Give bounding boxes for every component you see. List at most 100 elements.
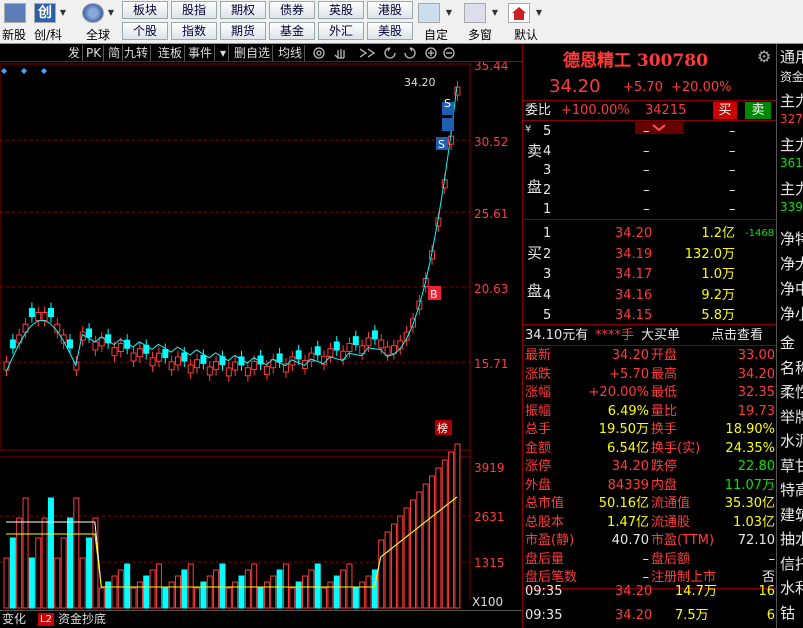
stat-row: 总股本 1.47亿 流通股 1.03亿 bbox=[525, 514, 775, 530]
gear-icon[interactable]: ⚙ bbox=[757, 47, 771, 66]
chevron-down-icon[interactable]: ▼ bbox=[444, 6, 454, 20]
view-big-order-link[interactable]: 点击查看 bbox=[711, 326, 763, 345]
buy-order-row[interactable]: 2 34.19 132.0万 bbox=[523, 245, 777, 264]
volume-bar bbox=[3, 557, 10, 609]
default-button[interactable]: ▼ 默认 bbox=[506, 0, 546, 44]
price-tick-label: 35.44 bbox=[474, 62, 508, 73]
chart-tab-5[interactable]: 事件 bbox=[186, 45, 216, 61]
side-item[interactable]: 草甘 bbox=[780, 455, 803, 476]
side-item[interactable]: 特高 bbox=[780, 479, 803, 500]
quick-button-10[interactable]: 外汇 bbox=[318, 22, 364, 40]
side-item[interactable]: 主力 bbox=[780, 90, 803, 111]
sell-order-row[interactable]: 2– – bbox=[523, 181, 777, 200]
tick-row: 09:35 34.20 7.5万 6 bbox=[525, 608, 775, 623]
volume-bar bbox=[282, 563, 289, 609]
stat-row: 盘后量 – 盘后额 – bbox=[525, 551, 775, 567]
candlestick bbox=[187, 364, 194, 374]
side-item[interactable]: 水利 bbox=[780, 577, 803, 598]
side-item[interactable]: 举牌 bbox=[780, 406, 803, 427]
side-item[interactable]: 建筑 bbox=[780, 504, 803, 525]
volume-bar bbox=[276, 569, 283, 609]
event-marker-icon[interactable] bbox=[41, 68, 47, 74]
chevron-down-icon[interactable]: ▼ bbox=[106, 6, 116, 20]
candlestick bbox=[67, 339, 74, 349]
buy-order-row[interactable]: 4 34.16 9.2万 bbox=[523, 286, 777, 305]
multi-window-button[interactable]: ▼ 多窗 bbox=[462, 0, 502, 44]
chevron-down-icon[interactable]: ▼ bbox=[534, 6, 544, 20]
buy-order-row[interactable]: 3 34.17 1.0万 bbox=[523, 265, 777, 284]
side-item[interactable]: 水泥 bbox=[780, 430, 803, 451]
side-item[interactable]: 钴 bbox=[780, 602, 803, 623]
chart-tab-1[interactable]: PK bbox=[84, 45, 105, 61]
quick-button-5[interactable]: 港股 bbox=[367, 1, 413, 19]
tab-capital-bottom[interactable]: 资金抄底 bbox=[58, 611, 106, 628]
chart-tab-7[interactable]: 删自选 bbox=[232, 45, 274, 61]
buy-order-row[interactable]: 1 34.20 1.2亿 -1468 bbox=[523, 224, 777, 243]
side-item[interactable]: 327 bbox=[780, 112, 803, 126]
side-item[interactable]: 净大 bbox=[780, 253, 803, 274]
side-item[interactable]: 抽水 bbox=[780, 528, 803, 549]
new-stock-button[interactable]: 新股 bbox=[2, 0, 26, 44]
price-tick-label: 30.52 bbox=[474, 135, 508, 149]
volume-bar bbox=[346, 563, 353, 609]
quick-button-4[interactable]: 英股 bbox=[318, 1, 364, 19]
volume-bar bbox=[429, 475, 436, 609]
sell-button[interactable]: 卖 bbox=[745, 102, 771, 119]
side-item[interactable]: 资金 bbox=[780, 68, 803, 85]
side-item[interactable]: 净中 bbox=[780, 278, 803, 299]
quick-button-6[interactable]: 个股 bbox=[122, 22, 168, 40]
event-marker-icon[interactable] bbox=[21, 68, 27, 74]
side-item[interactable]: 名称 bbox=[780, 357, 803, 378]
side-item[interactable]: 主力 bbox=[780, 178, 803, 199]
chart-tab-0[interactable]: 发 bbox=[66, 45, 84, 61]
sell-order-row[interactable]: 3– – bbox=[523, 161, 777, 180]
quick-button-2[interactable]: 期权 bbox=[220, 1, 266, 19]
volume-bar bbox=[289, 587, 296, 609]
sell-order-row[interactable]: 5– – bbox=[523, 122, 777, 141]
candlestick bbox=[295, 350, 302, 360]
buy-button[interactable]: 买 bbox=[713, 102, 737, 119]
kline-chart[interactable]: 35.44 30.52 25.61 20.63 15.71 3919 2631 1315 X10… bbox=[0, 62, 522, 610]
global-button[interactable]: ▼ 全球 bbox=[80, 0, 120, 44]
buy-side-label: 买 bbox=[527, 244, 543, 262]
quick-button-0[interactable]: 板块 bbox=[122, 1, 168, 19]
chart-tab-6[interactable]: ▾ bbox=[218, 45, 230, 61]
chevron-down-icon[interactable]: ▼ bbox=[490, 6, 500, 20]
stat-row: 最新 34.20 开盘 33.00 bbox=[525, 348, 775, 363]
side-item[interactable]: 净特 bbox=[780, 228, 803, 249]
quick-button-11[interactable]: 美股 bbox=[367, 22, 413, 40]
chart-tab-4[interactable]: 连板 bbox=[156, 45, 186, 61]
side-item[interactable]: 净小 bbox=[780, 303, 803, 324]
volume-bar bbox=[314, 563, 321, 609]
candlestick bbox=[263, 365, 270, 375]
tab-change[interactable]: 变化 bbox=[2, 611, 26, 628]
quick-button-8[interactable]: 期货 bbox=[220, 22, 266, 40]
side-item[interactable]: 柔性 bbox=[780, 381, 803, 402]
sell-order-row[interactable]: 4– – bbox=[523, 142, 777, 161]
volume-bar bbox=[41, 517, 48, 609]
sell-order-row[interactable]: 1– – bbox=[523, 200, 777, 219]
event-marker-icon[interactable] bbox=[1, 68, 7, 74]
buy-order-row[interactable]: 5 34.15 5.8万 bbox=[523, 306, 777, 325]
chuang-ke-button[interactable]: 创 ▼ 创/科 bbox=[32, 0, 72, 44]
volume-bar bbox=[143, 575, 150, 609]
candlestick bbox=[352, 336, 359, 346]
side-item[interactable]: 339 bbox=[780, 200, 803, 214]
chevron-down-icon[interactable]: ▼ bbox=[58, 6, 68, 20]
quick-button-1[interactable]: 股指 bbox=[171, 1, 217, 19]
volume-bar bbox=[136, 581, 143, 609]
quick-button-7[interactable]: 指数 bbox=[171, 22, 217, 40]
side-item[interactable]: 信托 bbox=[780, 553, 803, 574]
side-item[interactable]: 361 bbox=[780, 156, 803, 170]
stat-row: 总市值 50.16亿 流通值 35.30亿 bbox=[525, 496, 775, 511]
quick-button-3[interactable]: 债券 bbox=[269, 1, 315, 19]
customize-button[interactable]: ▼ 自定 bbox=[416, 0, 456, 44]
stat-row: 市盈(静) 40.70 市盈(TTM) 72.10 bbox=[525, 533, 775, 548]
side-item[interactable]: 金 bbox=[780, 332, 803, 353]
chart-tab-2[interactable]: 简 bbox=[106, 45, 124, 61]
side-item[interactable]: 通用 bbox=[780, 46, 803, 67]
quick-button-9[interactable]: 基金 bbox=[269, 22, 315, 40]
chart-tab-3[interactable]: 九转 bbox=[122, 45, 152, 61]
chart-tab-8[interactable]: 均线 bbox=[276, 45, 306, 61]
side-item[interactable]: 主力 bbox=[780, 134, 803, 155]
